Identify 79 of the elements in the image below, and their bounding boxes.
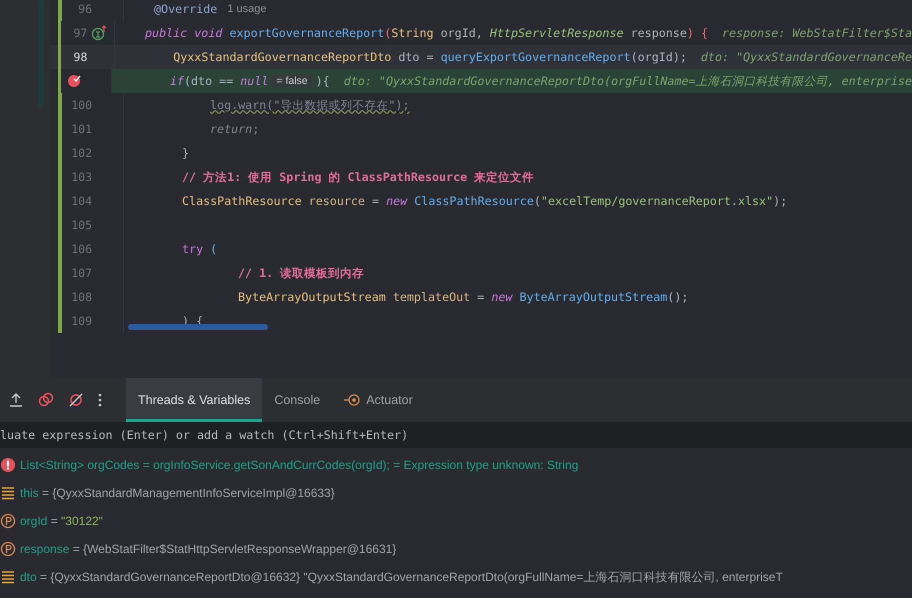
- code-token: public void: [145, 26, 224, 40]
- code-token: // 1. 读取模板到内存: [238, 266, 364, 280]
- code-token: ) {: [686, 26, 708, 40]
- code-token: );: [773, 194, 788, 208]
- actuator-icon: [344, 392, 360, 408]
- line-number: 104: [71, 194, 92, 208]
- line-number: 98: [74, 50, 88, 64]
- line-number: 107: [71, 266, 92, 280]
- code-token: try: [182, 242, 204, 256]
- code-token: dto =: [398, 50, 435, 64]
- inline-debug-value: response: WebStatFilter$Sta: [722, 26, 912, 40]
- breakpoint-icon: [66, 73, 82, 89]
- code-token: ();: [667, 290, 688, 304]
- inline-value: = false: [270, 74, 314, 88]
- code-token: resource: [308, 194, 366, 208]
- line-number: 105: [71, 218, 92, 232]
- code-token: // 方法1: 使用 Spring 的 ClassPathResource 来定位文件: [182, 170, 534, 184]
- inline-debug-value: dto: "QyxxStandardGovernanceReportDto(orgFullName=上海石洞口科技有限公司, enterprise: [344, 74, 912, 88]
- more-icon: [98, 392, 102, 408]
- code-token: String: [391, 26, 435, 40]
- code-token: QyxxStandardGovernanceReportDto: [173, 50, 392, 64]
- upload-icon: [8, 392, 24, 408]
- variable-entry[interactable]: dto = {QyxxStandardGovernanceReportDto@16632} "QyxxStandardGovernanceReportDto(orgFullName=上海石洞口科技有限公司, enterpriseT: [20, 568, 783, 586]
- horizontal-scrollbar[interactable]: [128, 324, 268, 330]
- code-token: (: [210, 242, 218, 256]
- code-token: ClassPathResource: [182, 194, 303, 208]
- line-number: 96: [78, 2, 92, 16]
- parameter-icon: [0, 541, 16, 557]
- line-number: 106: [71, 242, 92, 256]
- line-number: 100: [71, 98, 92, 112]
- code-token: }: [182, 146, 190, 160]
- code-token: @Override: [154, 2, 218, 16]
- code-token: orgId,: [440, 26, 484, 40]
- code-token: HttpServletResponse: [490, 26, 625, 40]
- code-token: templateOut: [392, 290, 472, 304]
- panel-tab[interactable]: Console: [262, 378, 332, 422]
- code-token: (dto ==: [184, 74, 234, 88]
- code-token: log.warn("导出数据或列不存在");: [210, 98, 410, 112]
- code-token: ;: [252, 122, 260, 136]
- variable-entry[interactable]: List<String> orgCodes = orgInfoService.getSonAndCurrCodes(orgId); = Expression type unknown: String: [20, 458, 578, 472]
- field-icon: [0, 485, 16, 501]
- inline-debug-value: dto: "QyxxStandardGovernanceRe: [700, 50, 912, 64]
- usage-hint[interactable]: 1 usage: [227, 3, 266, 15]
- parameter-icon: [0, 513, 16, 529]
- code-token: ClassPathResource: [414, 194, 534, 208]
- code-token: exportGovernanceReport: [229, 26, 384, 40]
- mute-breakpoints-icon: [68, 392, 84, 408]
- code-token: response: [630, 26, 687, 40]
- code-token: null: [240, 74, 268, 88]
- code-token: new: [386, 194, 408, 208]
- code-token: ByteArrayOutputStream: [238, 290, 387, 304]
- code-token: return: [210, 122, 252, 136]
- line-number: 102: [71, 146, 92, 160]
- code-token: ){: [316, 74, 330, 88]
- code-token: (: [384, 26, 392, 40]
- code-token: new: [491, 290, 514, 304]
- breakpoints-icon: [38, 392, 54, 408]
- error-icon: [0, 457, 16, 473]
- line-number: 101: [71, 122, 92, 136]
- line-number: 109: [71, 314, 92, 328]
- code-token: =: [372, 194, 380, 208]
- code-token: (orgId);: [630, 50, 687, 64]
- evaluate-expression-field[interactable]: luate expression (Enter) or add a watch (Ctrl+Shift+Enter): [0, 422, 912, 448]
- line-number: 108: [71, 290, 92, 304]
- variable-entry[interactable]: response = {WebStatFilter$StatHttpServletResponseWrapper@16631}: [20, 542, 396, 556]
- panel-tab[interactable]: Actuator: [332, 378, 425, 422]
- panel-tab[interactable]: Threads & Variables: [126, 378, 262, 422]
- code-token: if: [170, 74, 184, 88]
- implements-icon: [91, 25, 108, 41]
- code-token: "excelTemp/governanceReport.xlsx": [540, 194, 774, 208]
- variable-entry[interactable]: this = {QyxxStandardManagementInfoServiceImpl@16633}: [20, 486, 335, 500]
- code-token: (: [534, 194, 541, 208]
- code-token: ByteArrayOutputStream: [520, 290, 668, 304]
- line-number: 103: [71, 170, 92, 184]
- code-token: queryExportGovernanceReport: [440, 50, 631, 64]
- code-token: =: [477, 290, 486, 304]
- line-number: 97: [73, 26, 88, 40]
- variable-entry[interactable]: orgId = "30122": [20, 514, 103, 528]
- field-icon: [0, 569, 16, 585]
